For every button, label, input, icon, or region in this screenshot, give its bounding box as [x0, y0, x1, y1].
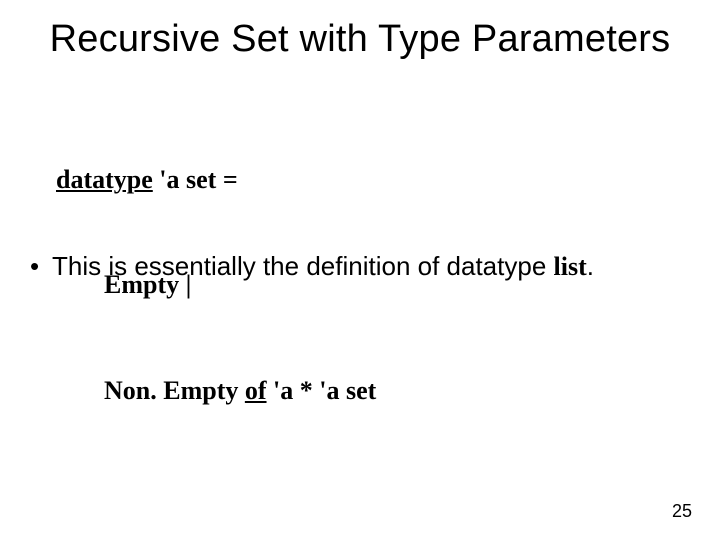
- code-line-3-post: 'a * 'a set: [267, 376, 377, 405]
- keyword-datatype: datatype: [56, 165, 153, 194]
- bullet-list-word: list: [554, 252, 587, 281]
- code-block: datatype 'a set = Empty | Non. Empty of …: [56, 92, 376, 478]
- keyword-of: of: [245, 376, 267, 405]
- bullet-text-post: .: [587, 251, 594, 281]
- bullet-marker: •: [30, 250, 52, 284]
- bullet-item: •This is essentially the definition of d…: [30, 250, 594, 284]
- code-line-1-rest: 'a set =: [153, 165, 238, 194]
- code-line-3: Non. Empty of 'a * 'a set: [56, 373, 376, 408]
- slide: Recursive Set with Type Parameters datat…: [0, 0, 720, 540]
- slide-title: Recursive Set with Type Parameters: [0, 18, 720, 61]
- code-line-1: datatype 'a set =: [56, 162, 376, 197]
- code-line-3-pre: Non. Empty: [104, 376, 245, 405]
- bullet-text-pre: This is essentially the definition of da…: [52, 251, 554, 281]
- page-number: 25: [672, 501, 692, 522]
